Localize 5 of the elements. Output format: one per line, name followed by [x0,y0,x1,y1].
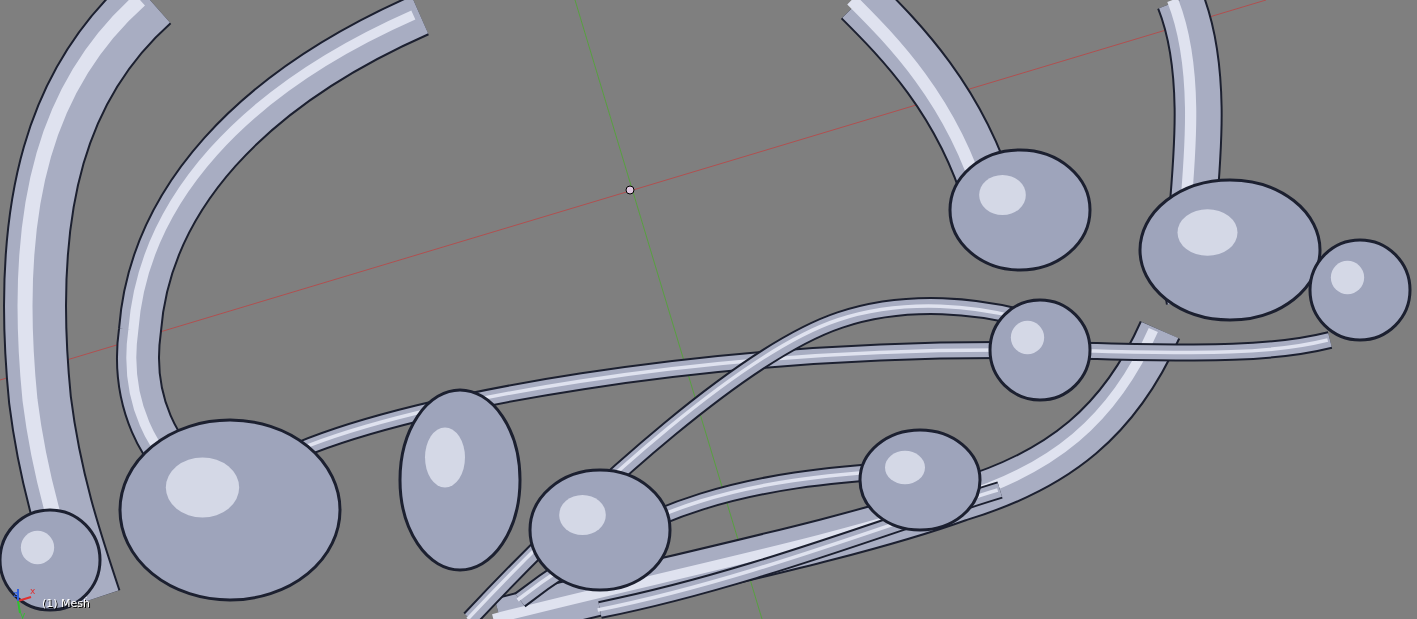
y-axis-label: y [20,610,26,619]
axis-gizmo-icon [17,588,32,614]
x-axis-label: x [30,586,36,596]
z-axis-label: z [13,589,18,599]
3d-cursor-icon [625,185,635,195]
